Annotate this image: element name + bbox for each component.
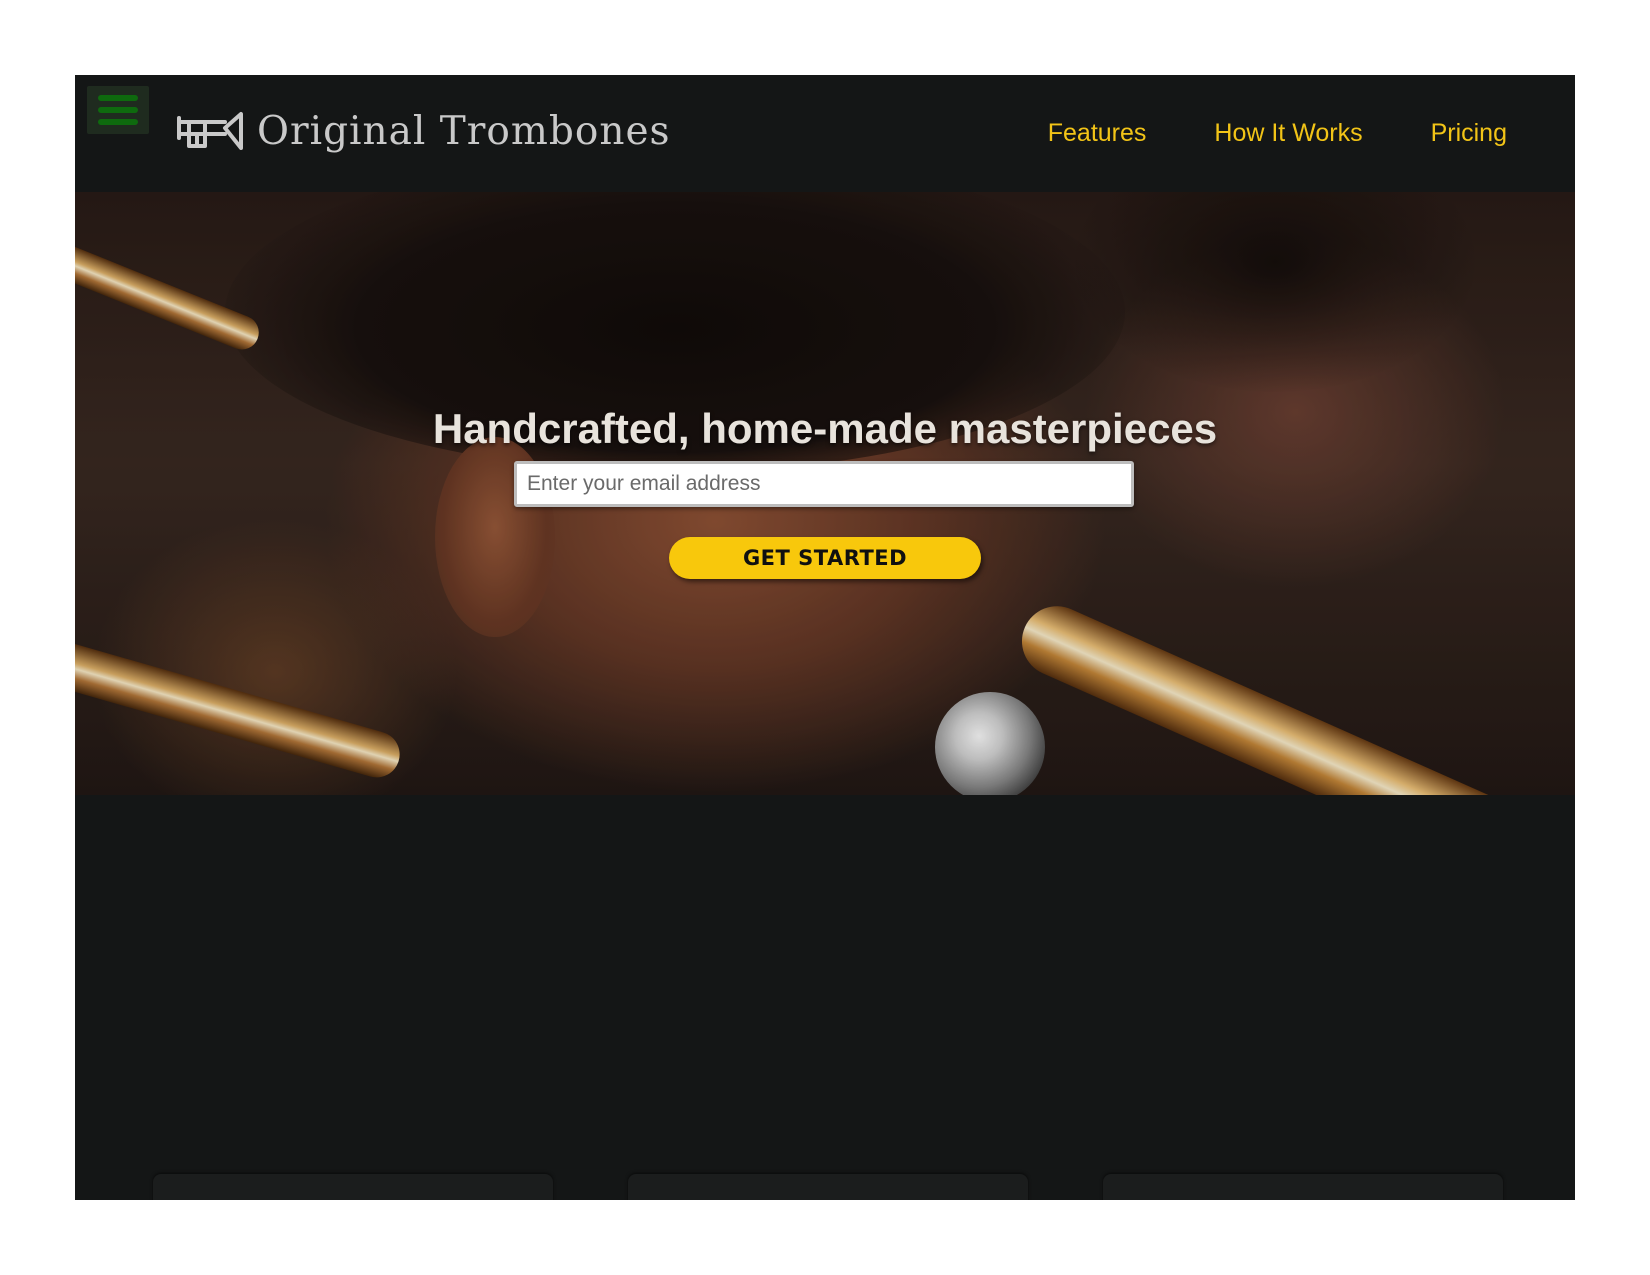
main-nav: Features How It Works Pricing (1048, 113, 1575, 153)
hero-title: Handcrafted, home-made masterpieces (432, 405, 1218, 453)
page-frame: Original Trombones Features How It Works… (75, 75, 1575, 1200)
trombone-icon (177, 112, 243, 150)
feature-card (628, 1174, 1028, 1200)
site-header: Original Trombones Features How It Works… (75, 75, 1575, 192)
nav-link-features[interactable]: Features (1048, 119, 1147, 148)
get-started-button[interactable]: GET STARTED (669, 537, 981, 579)
hero-section: Handcrafted, home-made masterpieces GET … (75, 192, 1575, 795)
feature-card (153, 1174, 553, 1200)
menu-bar (98, 107, 138, 113)
nav-link-how-it-works[interactable]: How It Works (1214, 119, 1362, 148)
menu-bar (98, 119, 138, 125)
brand-name: Original Trombones (257, 108, 671, 154)
brand[interactable]: Original Trombones (175, 103, 671, 159)
nav-link-pricing[interactable]: Pricing (1431, 119, 1507, 148)
feature-card (1103, 1174, 1503, 1200)
menu-bar (98, 95, 138, 101)
hamburger-menu-icon[interactable] (87, 86, 149, 134)
email-input[interactable] (514, 461, 1134, 507)
